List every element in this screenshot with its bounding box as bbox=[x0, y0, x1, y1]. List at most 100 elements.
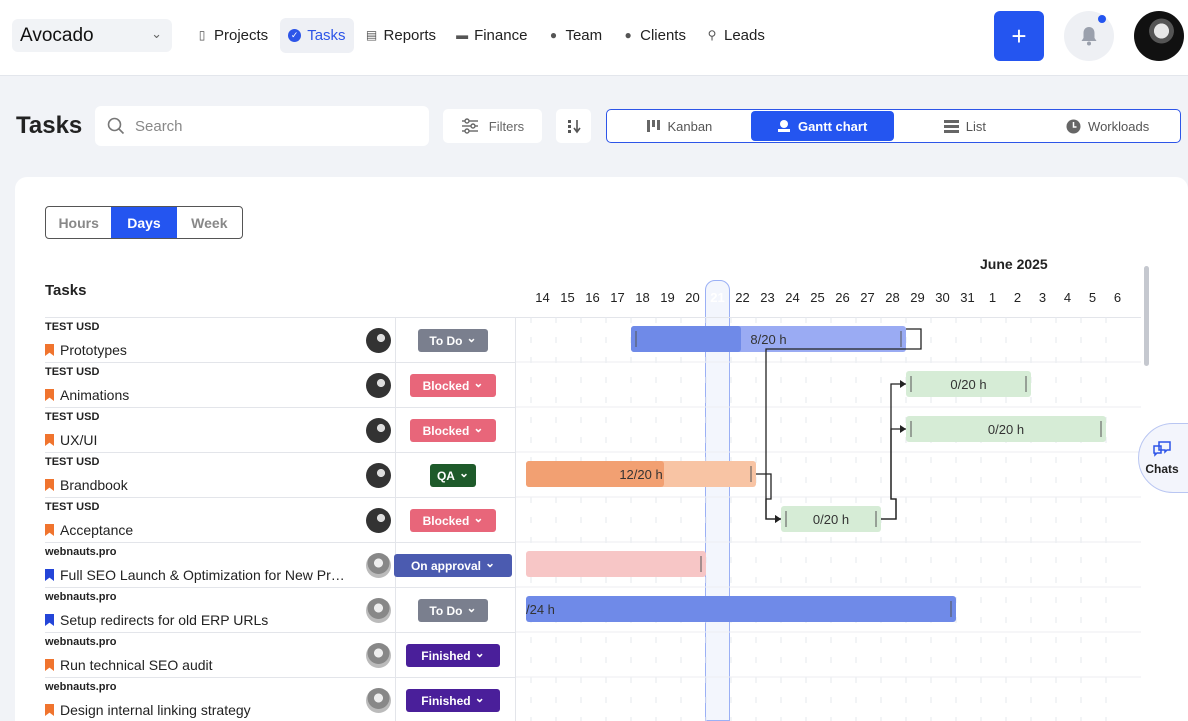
scale-hours[interactable]: Hours bbox=[46, 207, 111, 238]
task-row[interactable]: webnauts.pro Full SEO Launch & Optimizati… bbox=[45, 542, 515, 588]
column-divider bbox=[395, 408, 396, 453]
task-row[interactable]: webnauts.pro Design internal linking stra… bbox=[45, 677, 515, 721]
assignee-avatar[interactable] bbox=[366, 688, 391, 713]
task-name-text: Run technical SEO audit bbox=[60, 657, 213, 673]
task-name-text: Animations bbox=[60, 387, 130, 403]
search-input[interactable] bbox=[135, 117, 405, 135]
day-19: 19 bbox=[660, 289, 675, 305]
view-tab-list[interactable]: List bbox=[894, 111, 1037, 141]
chevron-down-icon: ⌄ bbox=[484, 556, 496, 570]
person-icon: ● bbox=[549, 28, 558, 42]
scroll-thumb[interactable] bbox=[1144, 266, 1149, 366]
sort-button[interactable] bbox=[556, 109, 591, 143]
view-tab-workloads[interactable]: Workloads bbox=[1036, 111, 1179, 141]
view-tab-gantt-chart[interactable]: Gantt chart bbox=[750, 111, 894, 141]
status-dropdown[interactable]: Finished ⌄ bbox=[406, 644, 500, 667]
clients-icon: ● bbox=[624, 28, 632, 42]
status-dropdown[interactable]: To Do ⌄ bbox=[418, 329, 488, 352]
task-name[interactable]: Brandbook bbox=[45, 477, 350, 493]
document-icon: ▯ bbox=[198, 28, 206, 42]
task-name[interactable]: Full SEO Launch & Optimization for New P… bbox=[45, 567, 350, 583]
assignee-avatar[interactable] bbox=[366, 463, 391, 488]
nav-finance[interactable]: ▬ Finance bbox=[448, 18, 535, 53]
column-divider bbox=[395, 588, 396, 633]
assignee-avatar[interactable] bbox=[366, 373, 391, 398]
assignee-avatar[interactable] bbox=[366, 598, 391, 623]
nav-tasks[interactable]: ✓ Tasks bbox=[280, 18, 354, 53]
day-28: 28 bbox=[885, 289, 900, 305]
gantt-bar[interactable] bbox=[526, 551, 706, 577]
vertical-scrollbar[interactable] bbox=[1141, 256, 1151, 721]
nav-clients[interactable]: ● Clients bbox=[614, 18, 694, 53]
day-5: 5 bbox=[1088, 289, 1097, 305]
bar-label: 0/20 h bbox=[988, 422, 1024, 437]
scale-week[interactable]: Week bbox=[177, 207, 242, 238]
bell-icon bbox=[1081, 27, 1097, 46]
nav-team[interactable]: ● Team bbox=[539, 18, 610, 53]
status-label: QA bbox=[436, 468, 455, 483]
notifications-button[interactable] bbox=[1064, 11, 1114, 61]
task-row[interactable]: TEST USD Prototypes To Do ⌄ bbox=[45, 317, 515, 363]
filters-button[interactable]: Filters bbox=[443, 109, 542, 143]
task-name[interactable]: Run technical SEO audit bbox=[45, 657, 350, 673]
chevron-down-icon: ⌄ bbox=[466, 331, 477, 345]
status-dropdown[interactable]: To Do ⌄ bbox=[418, 599, 488, 622]
sliders-icon bbox=[461, 118, 478, 134]
task-name[interactable]: Acceptance bbox=[45, 522, 350, 538]
status-label: To Do bbox=[429, 333, 463, 348]
view-switcher: Kanban Gantt chart List Workloads bbox=[606, 109, 1181, 143]
task-row[interactable]: TEST USD Acceptance Blocked ⌄ bbox=[45, 497, 515, 543]
status-dropdown[interactable]: QA ⌄ bbox=[430, 464, 476, 487]
bookmark-flag-icon bbox=[45, 389, 54, 401]
task-row[interactable]: TEST USD UX/UI Blocked ⌄ bbox=[45, 407, 515, 453]
dependency-connector bbox=[881, 428, 906, 520]
nav-label: Team bbox=[565, 27, 603, 44]
bookmark-flag-icon bbox=[45, 569, 54, 581]
assignee-avatar[interactable] bbox=[366, 508, 391, 533]
status-dropdown[interactable]: On approval ⌄ bbox=[394, 554, 512, 577]
task-name[interactable]: Animations bbox=[45, 387, 350, 403]
column-divider bbox=[395, 678, 396, 721]
day-17: 17 bbox=[610, 289, 625, 305]
task-row[interactable]: webnauts.pro Setup redirects for old ERP … bbox=[45, 587, 515, 633]
status-dropdown[interactable]: Blocked ⌄ bbox=[410, 509, 496, 532]
nav-projects[interactable]: ▯ Projects bbox=[188, 18, 276, 53]
main-nav: ▯ Projects ✓ Tasks ▤ Reports ▬ Finance ● Team ● Cli… bbox=[188, 18, 773, 53]
status-dropdown[interactable]: Finished ⌄ bbox=[406, 689, 500, 712]
day-16: 16 bbox=[585, 289, 600, 305]
task-project: TEST USD bbox=[45, 321, 100, 333]
task-name[interactable]: Setup redirects for old ERP URLs bbox=[45, 612, 350, 628]
assignee-avatar[interactable] bbox=[366, 418, 391, 443]
task-row[interactable]: TEST USD Animations Blocked ⌄ bbox=[45, 362, 515, 408]
view-tab-label: Gantt chart bbox=[797, 118, 868, 134]
day-30: 30 bbox=[935, 289, 950, 305]
status-label: Finished bbox=[421, 693, 471, 708]
status-label: On approval bbox=[410, 558, 481, 573]
status-dropdown[interactable]: Blocked ⌄ bbox=[410, 419, 496, 442]
day-18: 18 bbox=[635, 289, 650, 305]
workspace-selector[interactable]: Avocado ⌄ bbox=[12, 19, 172, 52]
nav-label: Leads bbox=[723, 27, 765, 44]
chats-label: Chats bbox=[1145, 462, 1179, 476]
day-6: 6 bbox=[1113, 289, 1122, 305]
status-label: Finished bbox=[421, 648, 471, 663]
workspace-name: Avocado bbox=[20, 24, 94, 46]
assignee-avatar[interactable] bbox=[366, 643, 391, 668]
task-name[interactable]: UX/UI bbox=[45, 432, 350, 448]
nav-reports[interactable]: ▤ Reports bbox=[358, 18, 445, 53]
gantt-bar[interactable] bbox=[526, 596, 956, 622]
column-divider bbox=[395, 453, 396, 498]
task-name[interactable]: Design internal linking strategy bbox=[45, 702, 350, 718]
task-name[interactable]: Prototypes bbox=[45, 342, 350, 358]
assignee-avatar[interactable] bbox=[366, 328, 391, 353]
task-row[interactable]: webnauts.pro Run technical SEO audit Finis… bbox=[45, 632, 515, 678]
nav-leads[interactable]: ⚲ Leads bbox=[698, 18, 773, 53]
user-avatar[interactable] bbox=[1134, 11, 1184, 61]
add-button[interactable]: + bbox=[994, 11, 1044, 61]
task-row[interactable]: TEST USD Brandbook QA ⌄ bbox=[45, 452, 515, 498]
status-dropdown[interactable]: Blocked ⌄ bbox=[410, 374, 496, 397]
scale-days[interactable]: Days bbox=[111, 207, 177, 238]
assignee-avatar[interactable] bbox=[366, 553, 391, 578]
view-tab-label: List bbox=[965, 118, 986, 134]
view-tab-kanban[interactable]: Kanban bbox=[608, 111, 751, 141]
